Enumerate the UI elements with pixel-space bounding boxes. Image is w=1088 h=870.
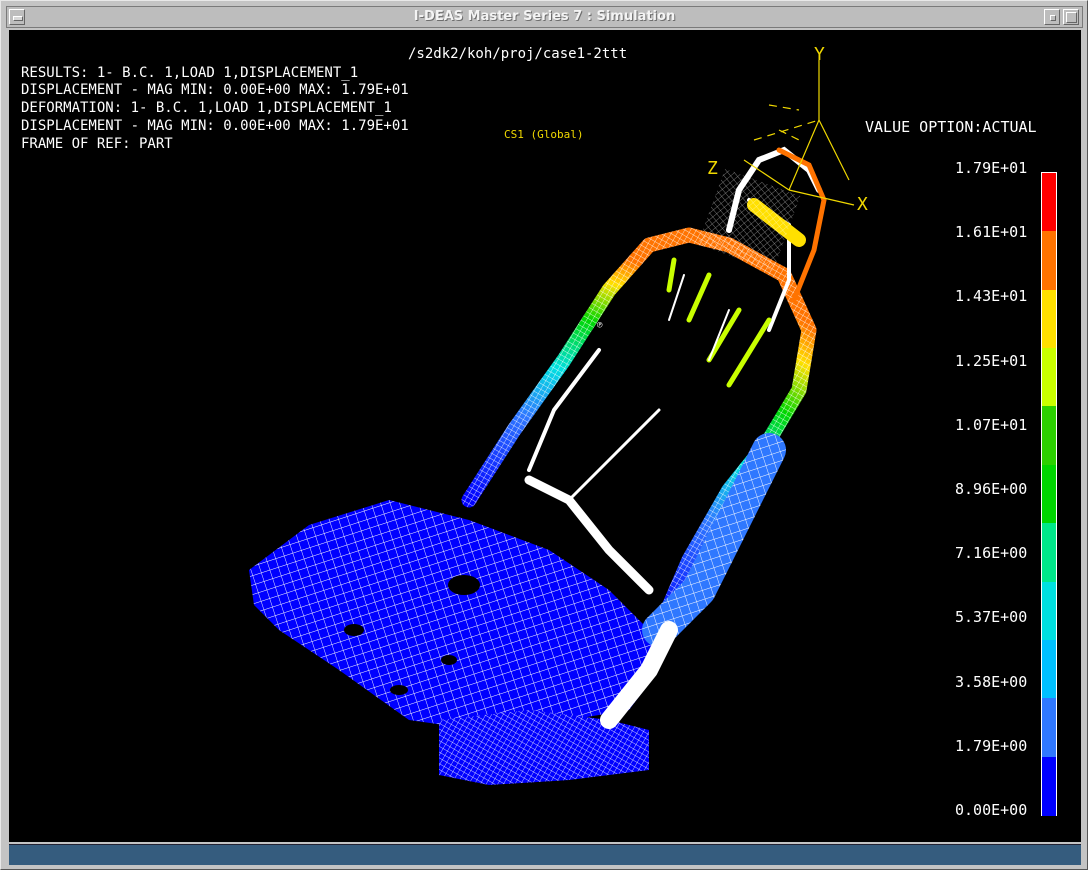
axis-x-label: X xyxy=(857,194,868,215)
legend-value-label: 7.16E+00 xyxy=(955,544,1028,563)
axis-y-label: Y xyxy=(814,44,825,65)
coord-system-label: CS1 (Global) xyxy=(504,128,583,141)
minimize-icon xyxy=(1050,15,1056,21)
axis-z-label: Z xyxy=(707,158,718,179)
minimize-button[interactable] xyxy=(1044,9,1060,25)
legend-value-label: 1.79E+00 xyxy=(955,736,1028,755)
title-bar[interactable]: I-DEAS Master Series 7 : Simulation xyxy=(6,6,1083,28)
legend-value-label: 1.61E+01 xyxy=(955,223,1028,242)
node-marker: ℗ xyxy=(597,321,603,331)
fe-model-canvas[interactable]: Y X Z CS1 (Global) ℗ xyxy=(9,30,1081,842)
legend-value-label: 1.43E+01 xyxy=(955,287,1028,306)
maximize-icon xyxy=(1066,12,1077,23)
legend-value-label: 1.79E+01 xyxy=(955,159,1028,177)
legend-value-label: 8.96E+00 xyxy=(955,480,1028,498)
legend-value-label: 1.25E+01 xyxy=(955,351,1028,370)
legend-value-label: 0.00E+00 xyxy=(955,801,1028,819)
window-title: I-DEAS Master Series 7 : Simulation xyxy=(413,9,676,24)
status-bar xyxy=(9,844,1081,865)
legend-value-label: 1.07E+01 xyxy=(955,415,1028,434)
application-window: I-DEAS Master Series 7 : Simulation /s2d… xyxy=(0,0,1088,870)
legend-value-label: 5.37E+00 xyxy=(955,608,1028,627)
legend-value-label: 3.58E+00 xyxy=(955,672,1028,691)
graphics-viewport[interactable]: /s2dk2/koh/proj/case1-2ttt RESULTS: 1- B… xyxy=(9,30,1081,842)
maximize-button[interactable] xyxy=(1063,9,1079,25)
